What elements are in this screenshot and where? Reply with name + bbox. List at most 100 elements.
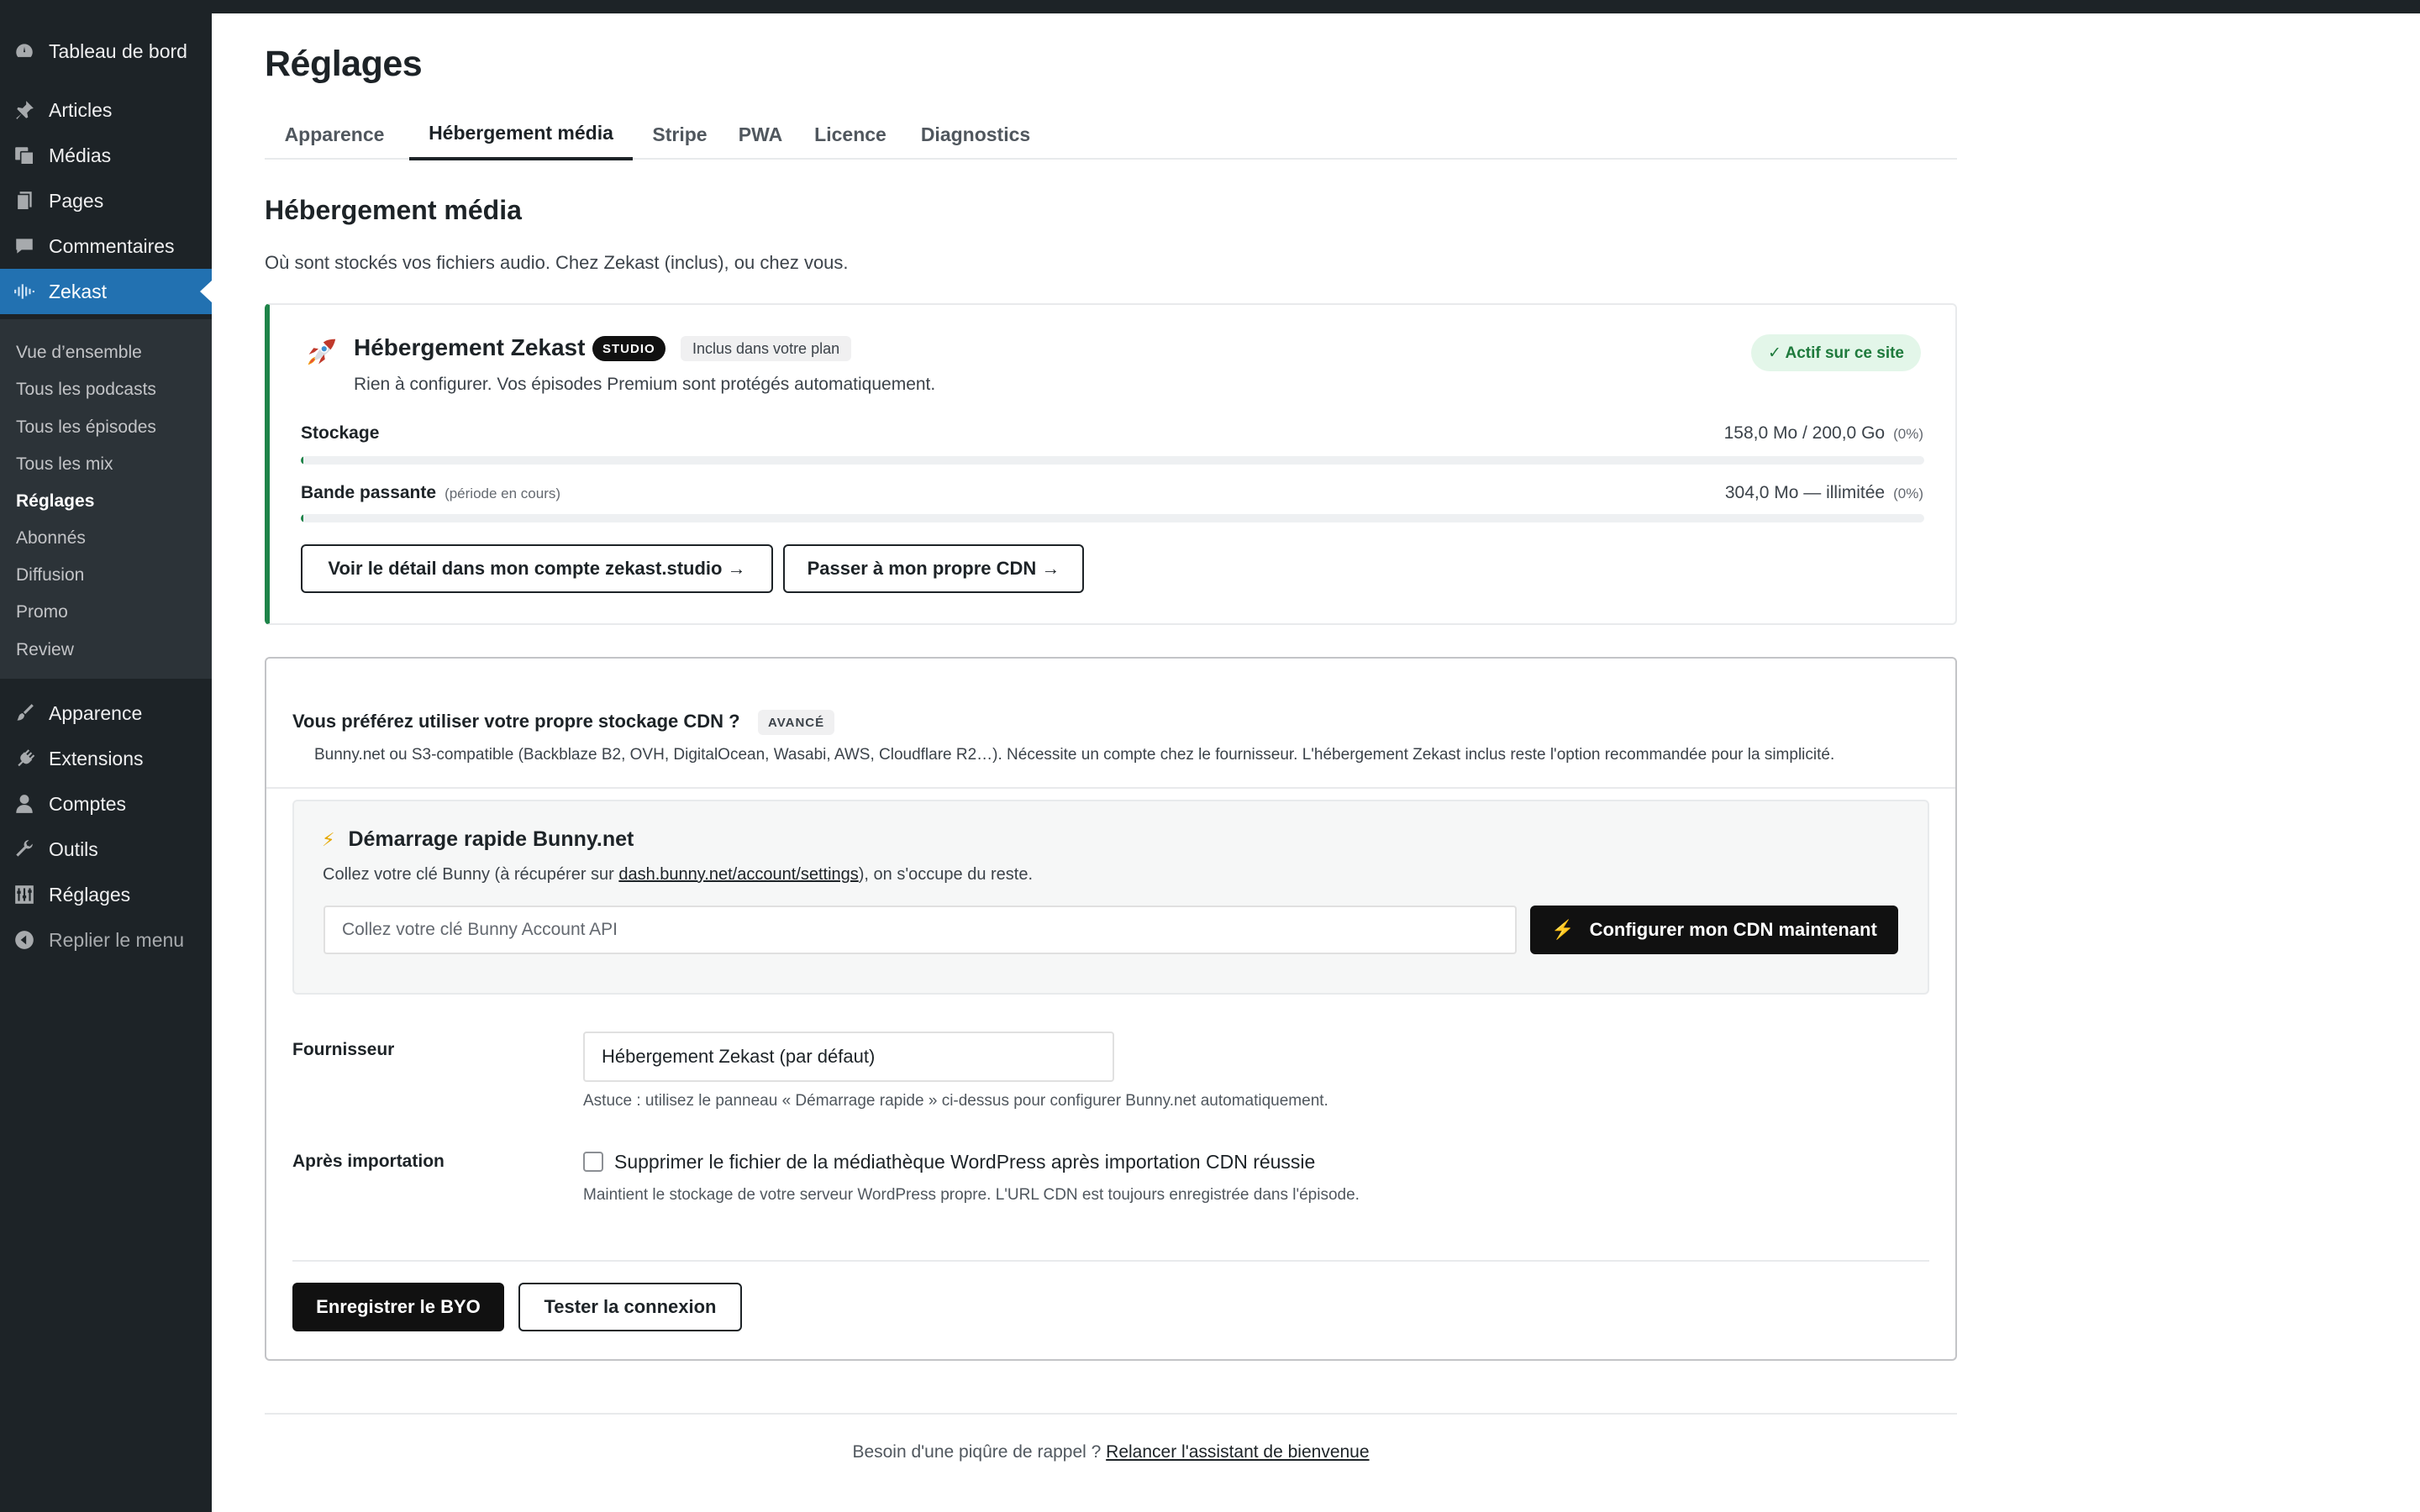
provider-hint: Astuce : utilisez le panneau « Démarrage… <box>583 1092 1328 1110</box>
storage-value-text: 158,0 Mo / 200,0 Go <box>1723 423 1886 443</box>
divider <box>292 1260 1929 1262</box>
menu-extensions-label: Extensions <box>49 747 144 769</box>
cdn-description: Bunny.net ou S3-compatible (Backblaze B2… <box>314 746 1835 764</box>
section-title: Hébergement média <box>265 195 522 225</box>
view-account-button[interactable]: Voir le détail dans mon compte zekast.st… <box>301 544 773 593</box>
bolt-icon: ⚡ <box>1551 919 1575 940</box>
menu-dashboard[interactable]: Tableau de bord <box>0 29 212 74</box>
test-connection-button[interactable]: Tester la connexion <box>518 1283 742 1331</box>
divider <box>266 787 1955 789</box>
storage-value: 158,0 Mo / 200,0 Go (0%) <box>1724 423 1923 444</box>
bandwidth-label: Bande passante (période en cours) <box>301 483 560 503</box>
submenu-episodes[interactable]: Tous les épisodes <box>16 417 156 438</box>
tab-diagnostics[interactable]: Diagnostics <box>907 109 1044 160</box>
collapse-icon <box>12 927 37 953</box>
zekast-submenu: Vue d’ensemble Tous les podcasts Tous le… <box>0 319 212 679</box>
menu-tools[interactable]: Outils <box>0 827 212 872</box>
provider-select[interactable]: Hébergement Zekast (par défaut) <box>583 1032 1114 1082</box>
advanced-badge: AVANCÉ <box>758 710 835 735</box>
settings-icon <box>12 882 37 907</box>
menu-zekast[interactable]: Zekast <box>0 269 212 314</box>
storage-label: Stockage <box>301 423 379 444</box>
section-description: Où sont stockés vos fichiers audio. Chez… <box>265 252 849 273</box>
submenu-promo[interactable]: Promo <box>16 602 68 622</box>
bandwidth-percent: (0%) <box>1893 486 1923 501</box>
studio-badge: STUDIO <box>592 336 666 361</box>
comment-icon <box>12 234 37 259</box>
menu-comments[interactable]: Commentaires <box>0 223 212 269</box>
waveform-icon <box>12 279 37 304</box>
bolt-icon: ⚡ <box>322 829 335 850</box>
submenu-subscribers[interactable]: Abonnés <box>16 528 86 549</box>
submenu-settings[interactable]: Réglages <box>16 491 94 512</box>
brush-icon <box>12 701 37 726</box>
bandwidth-progress-bar <box>301 514 1924 522</box>
tab-licence[interactable]: Licence <box>801 109 900 160</box>
submenu-podcasts[interactable]: Tous les podcasts <box>16 380 156 400</box>
menu-appearance[interactable]: Apparence <box>0 690 212 736</box>
footer: Besoin d'une piqûre de rappel ? Relancer… <box>0 1442 2222 1462</box>
menu-comments-label: Commentaires <box>49 234 175 257</box>
submenu-broadcast[interactable]: Diffusion <box>16 565 84 585</box>
menu-collapse[interactable]: Replier le menu <box>0 917 212 963</box>
tab-appearance[interactable]: Apparence <box>265 109 404 160</box>
menu-dashboard-label: Tableau de bord <box>49 39 187 62</box>
plan-badge: Inclus dans votre plan <box>681 336 852 361</box>
save-byo-button[interactable]: Enregistrer le BYO <box>292 1283 504 1331</box>
storage-progress-bar <box>301 456 1924 465</box>
menu-medias[interactable]: Médias <box>0 133 212 178</box>
bandwidth-note: (période en cours) <box>445 486 561 501</box>
bandwidth-label-text: Bande passante <box>301 483 437 502</box>
menu-settings-label: Réglages <box>49 883 131 906</box>
admin-bar <box>0 0 2420 13</box>
menu-extensions[interactable]: Extensions <box>0 736 212 781</box>
page-title: Réglages <box>265 44 423 84</box>
tab-pwa[interactable]: PWA <box>727 109 794 160</box>
tab-media-hosting[interactable]: Hébergement média <box>409 109 633 160</box>
plug-icon <box>12 746 37 771</box>
hosting-title: Hébergement Zekast <box>354 334 586 360</box>
quickstart-title-text: Démarrage rapide Bunny.net <box>348 827 634 851</box>
pin-icon <box>12 97 37 123</box>
pages-icon <box>12 188 37 213</box>
settings-tabs: Apparence Hébergement média Stripe PWA L… <box>265 109 1957 160</box>
menu-collapse-label: Replier le menu <box>49 928 185 951</box>
storage-percent: (0%) <box>1893 426 1923 442</box>
bandwidth-value: 304,0 Mo — illimitée (0%) <box>1725 483 1923 503</box>
menu-accounts-label: Comptes <box>49 792 127 815</box>
quickstart-description: Collez votre clé Bunny (à récupérer sur … <box>323 865 1033 885</box>
menu-pages[interactable]: Pages <box>0 178 212 223</box>
admin-sidebar: Tableau de bord Articles Médias Pages Co… <box>0 13 212 1512</box>
quickstart-desc-after: ), on s'occupe du reste. <box>858 865 1034 884</box>
bunny-settings-link[interactable]: dash.bunny.net/account/settings <box>618 865 858 884</box>
divider <box>265 1413 1957 1415</box>
delete-after-import-label[interactable]: Supprimer le fichier de la médiathèque W… <box>614 1151 1315 1173</box>
storage-label-text: Stockage <box>301 423 380 443</box>
menu-settings[interactable]: Réglages <box>0 872 212 917</box>
menu-accounts[interactable]: Comptes <box>0 781 212 827</box>
media-icon <box>12 143 37 168</box>
user-icon <box>12 791 37 816</box>
submenu-review[interactable]: Review <box>16 640 74 660</box>
provider-label: Fournisseur <box>292 1040 395 1059</box>
after-import-hint: Maintient le stockage de votre serveur W… <box>583 1186 1360 1204</box>
relaunch-wizard-link[interactable]: Relancer l'assistant de bienvenue <box>1106 1442 1369 1462</box>
tab-stripe[interactable]: Stripe <box>639 109 720 160</box>
menu-articles[interactable]: Articles <box>0 87 212 133</box>
menu-pages-label: Pages <box>49 189 104 212</box>
submenu-overview[interactable]: Vue d’ensemble <box>16 343 142 363</box>
menu-medias-label: Médias <box>49 144 112 166</box>
quickstart-title: ⚡ Démarrage rapide Bunny.net <box>322 827 634 852</box>
bandwidth-value-text: 304,0 Mo — illimitée <box>1724 483 1886 502</box>
menu-zekast-label: Zekast <box>49 280 108 302</box>
menu-articles-label: Articles <box>49 98 113 121</box>
after-import-label: Après importation <box>292 1152 445 1171</box>
configure-cdn-button[interactable]: ⚡ Configurer mon CDN maintenant <box>1530 906 1898 954</box>
bunny-api-key-input[interactable] <box>324 906 1517 954</box>
own-cdn-button[interactable]: Passer à mon propre CDN → <box>783 544 1084 593</box>
menu-tools-label: Outils <box>49 837 98 860</box>
submenu-mixes[interactable]: Tous les mix <box>16 454 113 475</box>
delete-after-import-checkbox[interactable] <box>583 1152 603 1172</box>
hosting-subtitle: Rien à configurer. Vos épisodes Premium … <box>354 375 936 394</box>
gauge-icon <box>12 39 37 64</box>
